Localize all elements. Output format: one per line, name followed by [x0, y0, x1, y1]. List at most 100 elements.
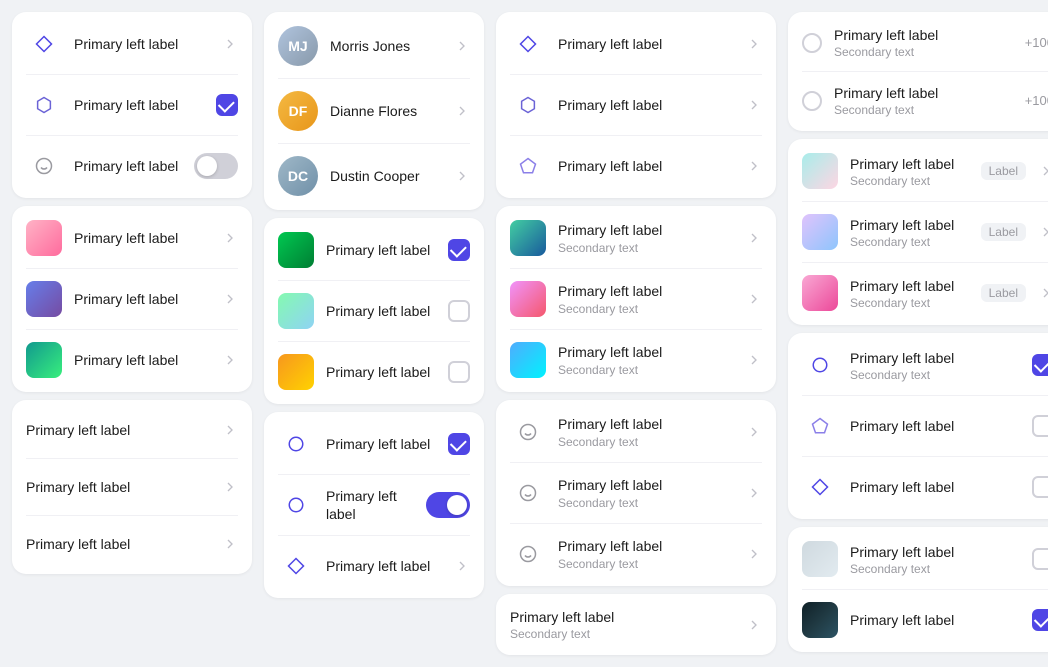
item-text: Primary left label Secondary text: [558, 476, 734, 509]
checkbox-checked[interactable]: [448, 239, 470, 261]
list-item[interactable]: Primary left label: [12, 16, 252, 72]
list-item[interactable]: Primary left label Secondary text +100: [788, 74, 1048, 127]
list-item[interactable]: Primary left label: [264, 538, 484, 594]
list-item[interactable]: Primary left label: [12, 404, 252, 456]
list-item[interactable]: Primary left label Secondary text: [496, 526, 776, 582]
list-item[interactable]: Primary left label Secondary text Label: [788, 265, 1048, 321]
item-label: Primary left label: [74, 229, 210, 247]
list-item[interactable]: Primary left label: [788, 459, 1048, 515]
list-item[interactable]: Primary left label: [12, 271, 252, 327]
list-item[interactable]: Primary left label: [12, 138, 252, 194]
list-item-dustin[interactable]: DC Dustin Cooper: [264, 146, 484, 206]
item-label: Primary left label: [326, 363, 436, 381]
list-item[interactable]: Primary left label Secondary text: [496, 271, 776, 327]
column-2: MJ Morris Jones DF Dianne Flores DC Dust…: [264, 12, 484, 655]
list-item[interactable]: Primary left label: [496, 16, 776, 72]
list-item-morris[interactable]: MJ Morris Jones: [264, 16, 484, 76]
checkbox-empty[interactable]: [448, 361, 470, 383]
item-text: Primary left label: [26, 536, 210, 552]
list-item[interactable]: Primary left label: [264, 416, 484, 472]
person-name: Dianne Flores: [330, 102, 442, 120]
smiley-icon: [510, 536, 546, 572]
card-thumb-checkbox: Primary left label Primary left label Pr…: [264, 218, 484, 404]
item-text: Primary left label: [74, 35, 210, 53]
card-thumb-secondary: Primary left label Secondary text Primar…: [496, 206, 776, 392]
checkbox-checked[interactable]: [216, 94, 238, 116]
list-item[interactable]: Primary left label Secondary text +100: [788, 16, 1048, 69]
chevron-right-icon: [222, 536, 238, 552]
checkbox-checked[interactable]: [1032, 354, 1048, 376]
radio-empty[interactable]: [802, 91, 822, 111]
divider: [802, 456, 1048, 457]
item-text: Primary left label: [326, 487, 414, 523]
item-text: Primary left label Secondary text: [558, 282, 734, 315]
divider: [802, 201, 1048, 202]
checkbox-empty[interactable]: [1032, 476, 1048, 498]
list-item[interactable]: Primary left label: [496, 77, 776, 133]
item-label: Primary left label: [558, 537, 734, 555]
list-item[interactable]: Primary left label: [12, 332, 252, 388]
divider: [802, 71, 1048, 72]
item-text: Primary left label Secondary text: [558, 343, 734, 376]
list-item[interactable]: Primary left label Secondary text: [496, 210, 776, 266]
list-item[interactable]: Primary left label: [12, 518, 252, 570]
item-text: Primary left label Secondary text: [850, 155, 969, 188]
avatar-dustin: DC: [278, 156, 318, 196]
list-item[interactable]: Primary left label: [264, 283, 484, 339]
list-item[interactable]: Primary left label Secondary text: [788, 531, 1048, 587]
circle-icon: [278, 426, 314, 462]
item-text: Primary left label: [326, 302, 436, 320]
list-item[interactable]: Primary left label Secondary text Label: [788, 143, 1048, 199]
list-item[interactable]: Primary left label Secondary text: [496, 598, 776, 651]
divider: [510, 268, 762, 269]
list-item[interactable]: Primary left label: [12, 461, 252, 513]
toggle-on[interactable]: [426, 492, 470, 518]
list-item[interactable]: Primary left label: [788, 592, 1048, 648]
list-item[interactable]: Primary left label Secondary text: [496, 465, 776, 521]
item-secondary: Secondary text: [558, 435, 734, 449]
item-label: Primary left label: [326, 302, 436, 320]
list-item[interactable]: Primary left label: [12, 210, 252, 266]
list-item[interactable]: Primary left label: [12, 77, 252, 133]
toggle-off[interactable]: [194, 153, 238, 179]
item-label: Primary left label: [510, 608, 734, 626]
list-item[interactable]: Primary left label Secondary text: [496, 404, 776, 460]
list-item[interactable]: Primary left label Secondary text: [496, 332, 776, 388]
list-item[interactable]: Primary left label: [496, 138, 776, 194]
card-icon-checkbox: Primary left label Secondary text Primar…: [788, 333, 1048, 519]
checkbox-empty[interactable]: [1032, 415, 1048, 437]
item-text: Primary left label: [74, 351, 210, 369]
checkbox-empty[interactable]: [448, 300, 470, 322]
divider: [26, 515, 238, 516]
item-secondary: Secondary text: [510, 627, 734, 641]
list-item[interactable]: Primary left label: [788, 398, 1048, 454]
item-secondary: Secondary text: [850, 368, 1020, 382]
column-1: Primary left label Primary left label: [12, 12, 252, 655]
divider: [26, 268, 238, 269]
checkbox-checked[interactable]: [448, 433, 470, 455]
list-item[interactable]: Primary left label: [264, 344, 484, 400]
item-label: Primary left label: [26, 422, 210, 438]
card-single-partial: Primary left label Secondary text: [496, 594, 776, 655]
item-secondary: Secondary text: [850, 562, 1020, 576]
divider: [510, 523, 762, 524]
item-text: Primary left label Secondary text: [510, 608, 734, 641]
list-item[interactable]: Primary left label: [264, 477, 484, 533]
card-smiley-secondary: Primary left label Secondary text Primar…: [496, 400, 776, 586]
item-label: Primary left label: [558, 221, 734, 239]
card-icon-controls: Primary left label Primary left label: [12, 12, 252, 198]
list-item[interactable]: Primary left label Secondary text Label: [788, 204, 1048, 260]
item-secondary: Secondary text: [558, 557, 734, 571]
list-item[interactable]: Primary left label: [264, 222, 484, 278]
badge-label: Label: [981, 284, 1026, 302]
card-people: MJ Morris Jones DF Dianne Flores DC Dust…: [264, 12, 484, 210]
list-item[interactable]: Primary left label Secondary text: [788, 337, 1048, 393]
list-item-dianne[interactable]: DF Dianne Flores: [264, 81, 484, 141]
chevron-right-icon: [454, 558, 470, 574]
radio-empty[interactable]: [802, 33, 822, 53]
item-text: Primary left label: [850, 417, 1020, 435]
checkbox-empty[interactable]: [1032, 548, 1048, 570]
item-text: Primary left label: [558, 96, 734, 114]
divider: [802, 262, 1048, 263]
checkbox-checked[interactable]: [1032, 609, 1048, 631]
